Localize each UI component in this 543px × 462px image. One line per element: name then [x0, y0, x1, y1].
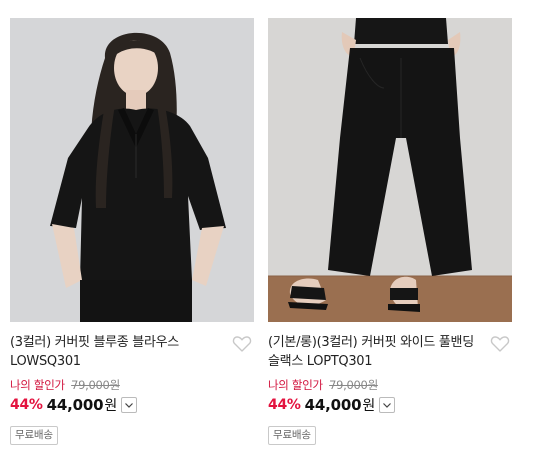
original-price: 79,000원	[329, 378, 378, 392]
sale-price-row: 44% 44,000 원	[10, 395, 254, 415]
product-card[interactable]: (3컬러) 커버핏 블루종 블라우스 LOWSQ301 나의 할인가 79,00…	[10, 18, 254, 445]
product-image[interactable]	[268, 18, 512, 322]
currency-unit: 원	[104, 398, 118, 414]
product-name[interactable]: (3컬러) 커버핏 블루종 블라우스 LOWSQ301	[10, 333, 224, 371]
free-shipping-badge: 무료배송	[10, 426, 58, 445]
product-card[interactable]: (기본/롱)(3컬러) 커버핏 와이드 풀밴딩 슬랙스 LOPTQ301 나의 …	[268, 18, 512, 445]
my-price-label: 나의 할인가	[268, 378, 323, 392]
product-name-row: (3컬러) 커버핏 블루종 블라우스 LOWSQ301	[10, 333, 254, 371]
my-price-row: 나의 할인가 79,000원	[268, 377, 512, 393]
original-price: 79,000원	[71, 378, 120, 392]
free-shipping-badge: 무료배송	[268, 426, 316, 445]
product-grid: (3컬러) 커버핏 블루종 블라우스 LOWSQ301 나의 할인가 79,00…	[0, 0, 543, 462]
chevron-down-icon[interactable]	[121, 397, 138, 413]
discount-rate: 44%	[10, 397, 43, 413]
product-image[interactable]	[10, 18, 254, 322]
my-price-label: 나의 할인가	[10, 378, 65, 392]
product-name-row: (기본/롱)(3컬러) 커버핏 와이드 풀밴딩 슬랙스 LOPTQ301	[268, 333, 512, 371]
sale-price: 44,000	[304, 396, 362, 414]
product-name[interactable]: (기본/롱)(3컬러) 커버핏 와이드 풀밴딩 슬랙스 LOPTQ301	[268, 333, 482, 371]
my-price-row: 나의 할인가 79,000원	[10, 377, 254, 393]
discount-rate: 44%	[268, 397, 301, 413]
heart-outline-icon[interactable]	[232, 335, 252, 353]
sale-price-row: 44% 44,000 원	[268, 395, 512, 415]
heart-outline-icon[interactable]	[490, 335, 510, 353]
sale-price: 44,000	[46, 396, 104, 414]
chevron-down-icon[interactable]	[379, 397, 396, 413]
currency-unit: 원	[362, 398, 376, 414]
